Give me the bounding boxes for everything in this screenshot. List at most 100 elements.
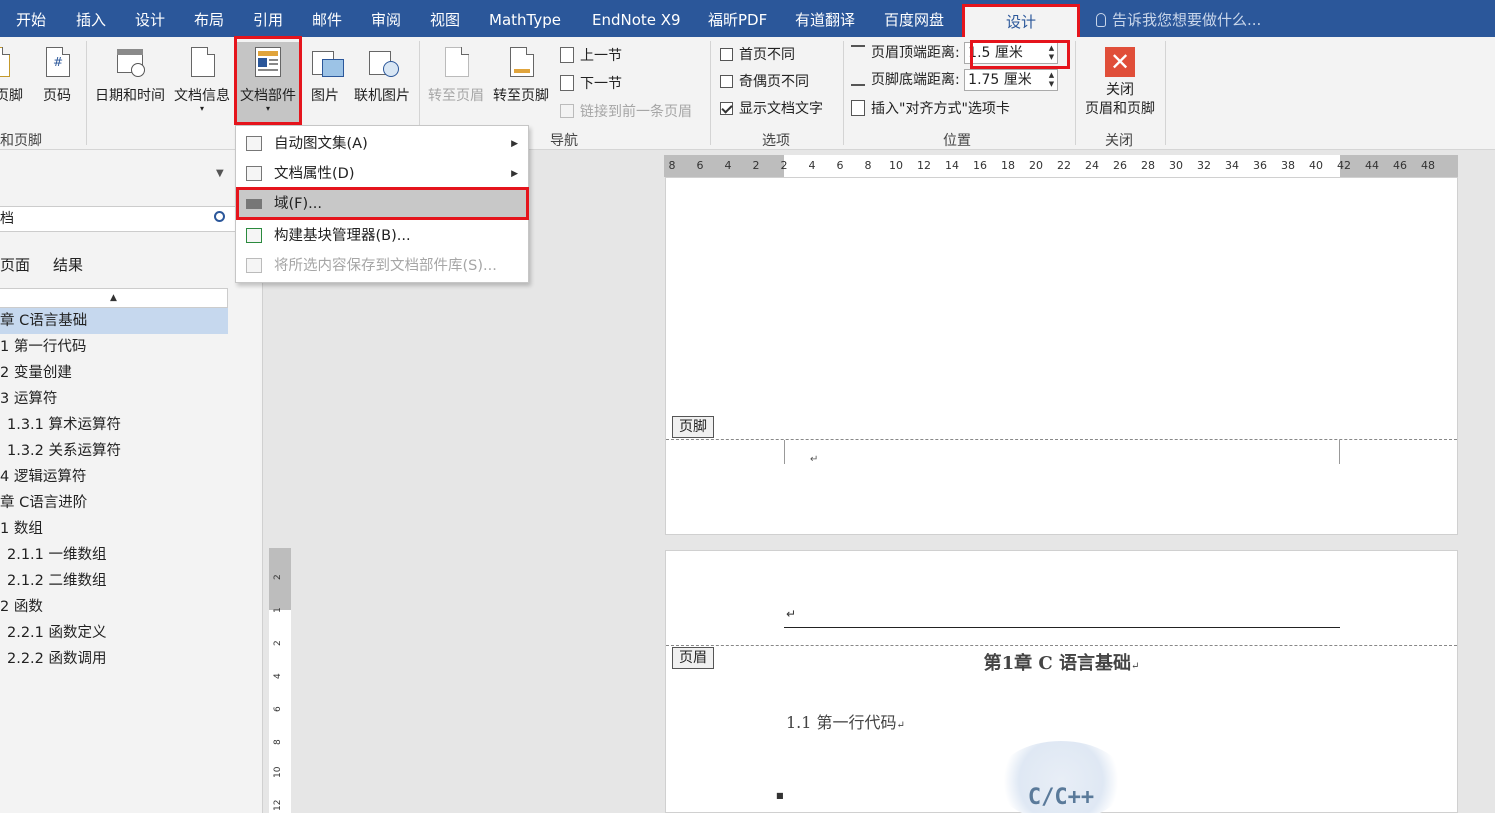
tree-item[interactable]: 2.1.2 二维数组 (0, 568, 228, 594)
ruler-tick-label: 4 (273, 673, 283, 679)
insert-alignment-tab-button[interactable]: 插入"对齐方式"选项卡 (851, 98, 1010, 118)
different-odd-even-checkbox[interactable]: 奇偶页不同 (720, 71, 809, 91)
menu-item-save-to-gallery[interactable]: 将所选内容保存到文档部件库(S)... (236, 251, 530, 281)
footer-bottom-distance-input[interactable]: 1.75 厘米 ▲ ▼ (964, 69, 1059, 91)
document-property-icon (246, 166, 262, 181)
quick-parts-icon (251, 45, 285, 81)
submenu-arrow-icon: ▶ (511, 139, 518, 149)
link-to-previous-button[interactable]: 链接到前一条页眉 (560, 101, 692, 121)
goto-footer-icon (504, 45, 538, 81)
tab-design[interactable]: 设计 (135, 0, 165, 37)
tree-item[interactable]: 1 第一行代码 (0, 334, 228, 360)
footer-distance-icon (851, 72, 865, 86)
menu-item-document-property[interactable]: 文档属性(D) ▶ (236, 159, 530, 189)
document-info-icon (185, 45, 219, 81)
section-heading[interactable]: 1.1 第一行代码↵ (786, 709, 905, 733)
menu-item-building-blocks-organizer[interactable]: 构建基块管理器(B)... (236, 221, 530, 251)
tell-me-text: 告诉我您想要做什么... (1112, 11, 1262, 29)
page-number-button[interactable]: # 页码 (38, 45, 76, 105)
tab-baidu-pan[interactable]: 百度网盘 (884, 0, 944, 37)
checkbox-checked[interactable] (720, 102, 733, 115)
tree-item[interactable]: 1 数组 (0, 516, 228, 542)
tab-view[interactable]: 视图 (430, 0, 460, 37)
ruler-tick-label: 30 (1169, 159, 1183, 172)
ruler-tick-label: 2 (273, 640, 283, 646)
checkbox-unchecked[interactable] (720, 75, 733, 88)
vertical-ruler[interactable]: 2 1 2 4 6 8 10 12 (269, 548, 291, 813)
page-number-icon: # (40, 45, 74, 81)
insert-alignment-tab-label: 插入"对齐方式"选项卡 (871, 101, 1010, 117)
group-close-label: 关闭 (1105, 133, 1133, 149)
tab-layout[interactable]: 布局 (194, 0, 224, 37)
tree-item[interactable]: 1.3.2 关系运算符 (0, 438, 228, 464)
horizontal-ruler[interactable]: 8 6 4 2 2 4 6 8 10 12 14 16 18 20 22 24 26 28 30 32 34 36 38 40… (664, 155, 1458, 177)
date-time-button[interactable]: 日期和时间 (92, 45, 168, 105)
tab-references[interactable]: 引用 (253, 0, 283, 37)
doc-info-button[interactable]: 文档信息 ▾ (170, 45, 234, 113)
tab-endnote[interactable]: EndNote X9 (592, 0, 681, 37)
footer-bottom-distance-row: 页脚底端距离: 1.75 厘米 ▲ ▼ (851, 69, 1059, 91)
tab-mathtype[interactable]: MathType (489, 0, 561, 37)
tree-item[interactable]: 章 C语言基础 (0, 308, 228, 334)
tab-foxit-pdf[interactable]: 福昕PDF (708, 0, 767, 37)
page-footer-area[interactable]: 页脚 ↵ (665, 177, 1458, 535)
checkbox-unchecked[interactable] (720, 48, 733, 61)
tell-me-box[interactable]: 告诉我您想要做什么... (1096, 0, 1261, 37)
footer-button[interactable]: 页脚 (0, 45, 24, 105)
ruler-tick-label: 8 (864, 159, 872, 172)
ruler-tick-label: 8 (273, 739, 283, 745)
menu-item-field[interactable]: 域(F)... (236, 189, 530, 219)
tab-youdao[interactable]: 有道翻译 (795, 0, 855, 37)
online-picture-button[interactable]: 联机图片 (350, 45, 414, 105)
spinner-arrows-icon[interactable]: ▲ ▼ (1049, 44, 1054, 62)
header-top-distance-input[interactable]: 1.5 厘米 ▲ ▼ (964, 42, 1059, 64)
ruler-tick-label: 38 (1281, 159, 1295, 172)
tree-item[interactable]: 2 函数 (0, 594, 228, 620)
goto-header-button[interactable]: 转至页眉 (424, 45, 488, 105)
calendar-icon (113, 45, 147, 81)
header-top-distance-row: 页眉顶端距离: 1.5 厘米 ▲ ▼ (851, 42, 1059, 64)
page-header-area[interactable]: ↵ 页眉 第1章 C 语言基础↵ 1.1 第一行代码↵ ■ C/C++ (665, 550, 1458, 813)
tab-mailings[interactable]: 邮件 (312, 0, 342, 37)
navigation-search-input[interactable]: 档 (0, 206, 236, 232)
tree-item[interactable]: 2.2.2 函数调用 (0, 646, 228, 672)
close-header-footer-button[interactable]: ✕ 关闭 页眉和页脚 (1078, 47, 1162, 119)
scroll-up-icon[interactable]: ▲ (0, 288, 228, 308)
tree-item[interactable]: 1.3.1 算术运算符 (0, 412, 228, 438)
picture-button[interactable]: 图片 (303, 45, 347, 105)
ruler-tick-label: 8 (668, 159, 676, 172)
tree-item[interactable]: 4 逻辑运算符 (0, 464, 228, 490)
ruler-tick-label: 10 (273, 766, 283, 778)
separator (710, 41, 711, 145)
spinner-arrows-icon[interactable]: ▲ ▼ (1049, 71, 1054, 89)
tab-review[interactable]: 审阅 (371, 0, 401, 37)
quick-parts-button[interactable]: 文档部件 ▾ (237, 42, 299, 122)
paragraph-mark-icon: ↵ (896, 720, 905, 731)
search-icon[interactable] (214, 211, 225, 222)
previous-section-button[interactable]: 上一节 (560, 45, 622, 65)
different-first-page-checkbox[interactable]: 首页不同 (720, 44, 795, 64)
pane-options-dropdown-icon[interactable]: ▼ (216, 168, 224, 179)
field-icon (246, 199, 262, 209)
menu-item-autotext[interactable]: 自动图文集(A) ▶ (236, 129, 530, 159)
next-section-button[interactable]: 下一节 (560, 73, 622, 93)
ruler-tick-label: 4 (808, 159, 816, 172)
tab-header-footer-design[interactable]: 设计 (962, 4, 1080, 37)
tree-item[interactable]: 2.2.1 函数定义 (0, 620, 228, 646)
tab-pages[interactable]: 页面 (0, 254, 30, 275)
show-document-text-checkbox[interactable]: 显示文档文字 (720, 98, 823, 118)
tree-item[interactable]: 2.1.1 一维数组 (0, 542, 228, 568)
goto-footer-button[interactable]: 转至页脚 (489, 45, 553, 105)
tab-home[interactable]: 开始 (16, 0, 46, 37)
separator (843, 41, 844, 145)
show-document-text-label: 显示文档文字 (739, 101, 823, 117)
tree-item[interactable]: 3 运算符 (0, 386, 228, 412)
ruler-tick-label: 2 (273, 574, 283, 580)
tree-item[interactable]: 2 变量创建 (0, 360, 228, 386)
chapter-heading[interactable]: 第1章 C 语言基础↵ (666, 649, 1457, 675)
ruler-tick-label: 44 (1365, 159, 1379, 172)
tree-item[interactable]: 章 C语言进阶 (0, 490, 228, 516)
tab-insert[interactable]: 插入 (76, 0, 106, 37)
ruler-tick-label: 36 (1253, 159, 1267, 172)
tab-results[interactable]: 结果 (53, 254, 83, 275)
